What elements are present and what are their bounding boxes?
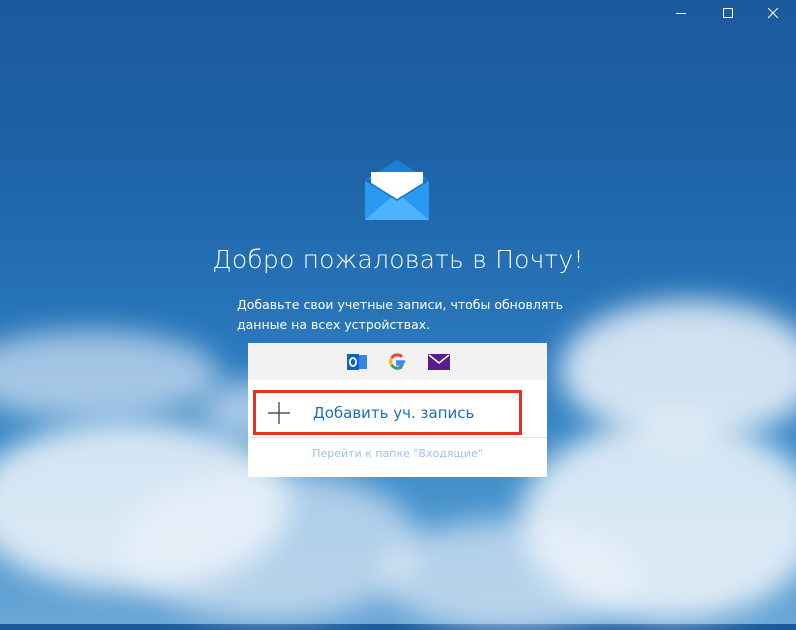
card-divider <box>248 437 547 438</box>
outlook-icon <box>346 351 368 373</box>
add-account-button[interactable]: Добавить уч. запись <box>253 390 522 435</box>
mail-envelope-icon <box>363 158 431 222</box>
welcome-title: Добро пожаловать в Почту! <box>212 245 584 274</box>
google-icon <box>387 351 409 373</box>
provider-bar <box>248 343 547 380</box>
welcome-subtitle: Добавьте свои учетные записи, чтобы обно… <box>237 297 564 332</box>
add-account-label: Добавить уч. запись <box>313 403 475 422</box>
minimize-button[interactable] <box>658 0 704 26</box>
close-button[interactable] <box>750 0 796 26</box>
go-to-inbox-link[interactable]: Перейти к папке "Входящие" <box>248 447 547 460</box>
close-icon <box>767 7 779 19</box>
maximize-button[interactable] <box>705 0 751 26</box>
yahoo-mail-icon <box>427 351 450 373</box>
maximize-icon <box>723 8 733 18</box>
plus-icon <box>268 401 290 424</box>
minimize-icon <box>676 13 686 14</box>
account-card: Добавить уч. запись Перейти к папке "Вхо… <box>248 343 547 477</box>
